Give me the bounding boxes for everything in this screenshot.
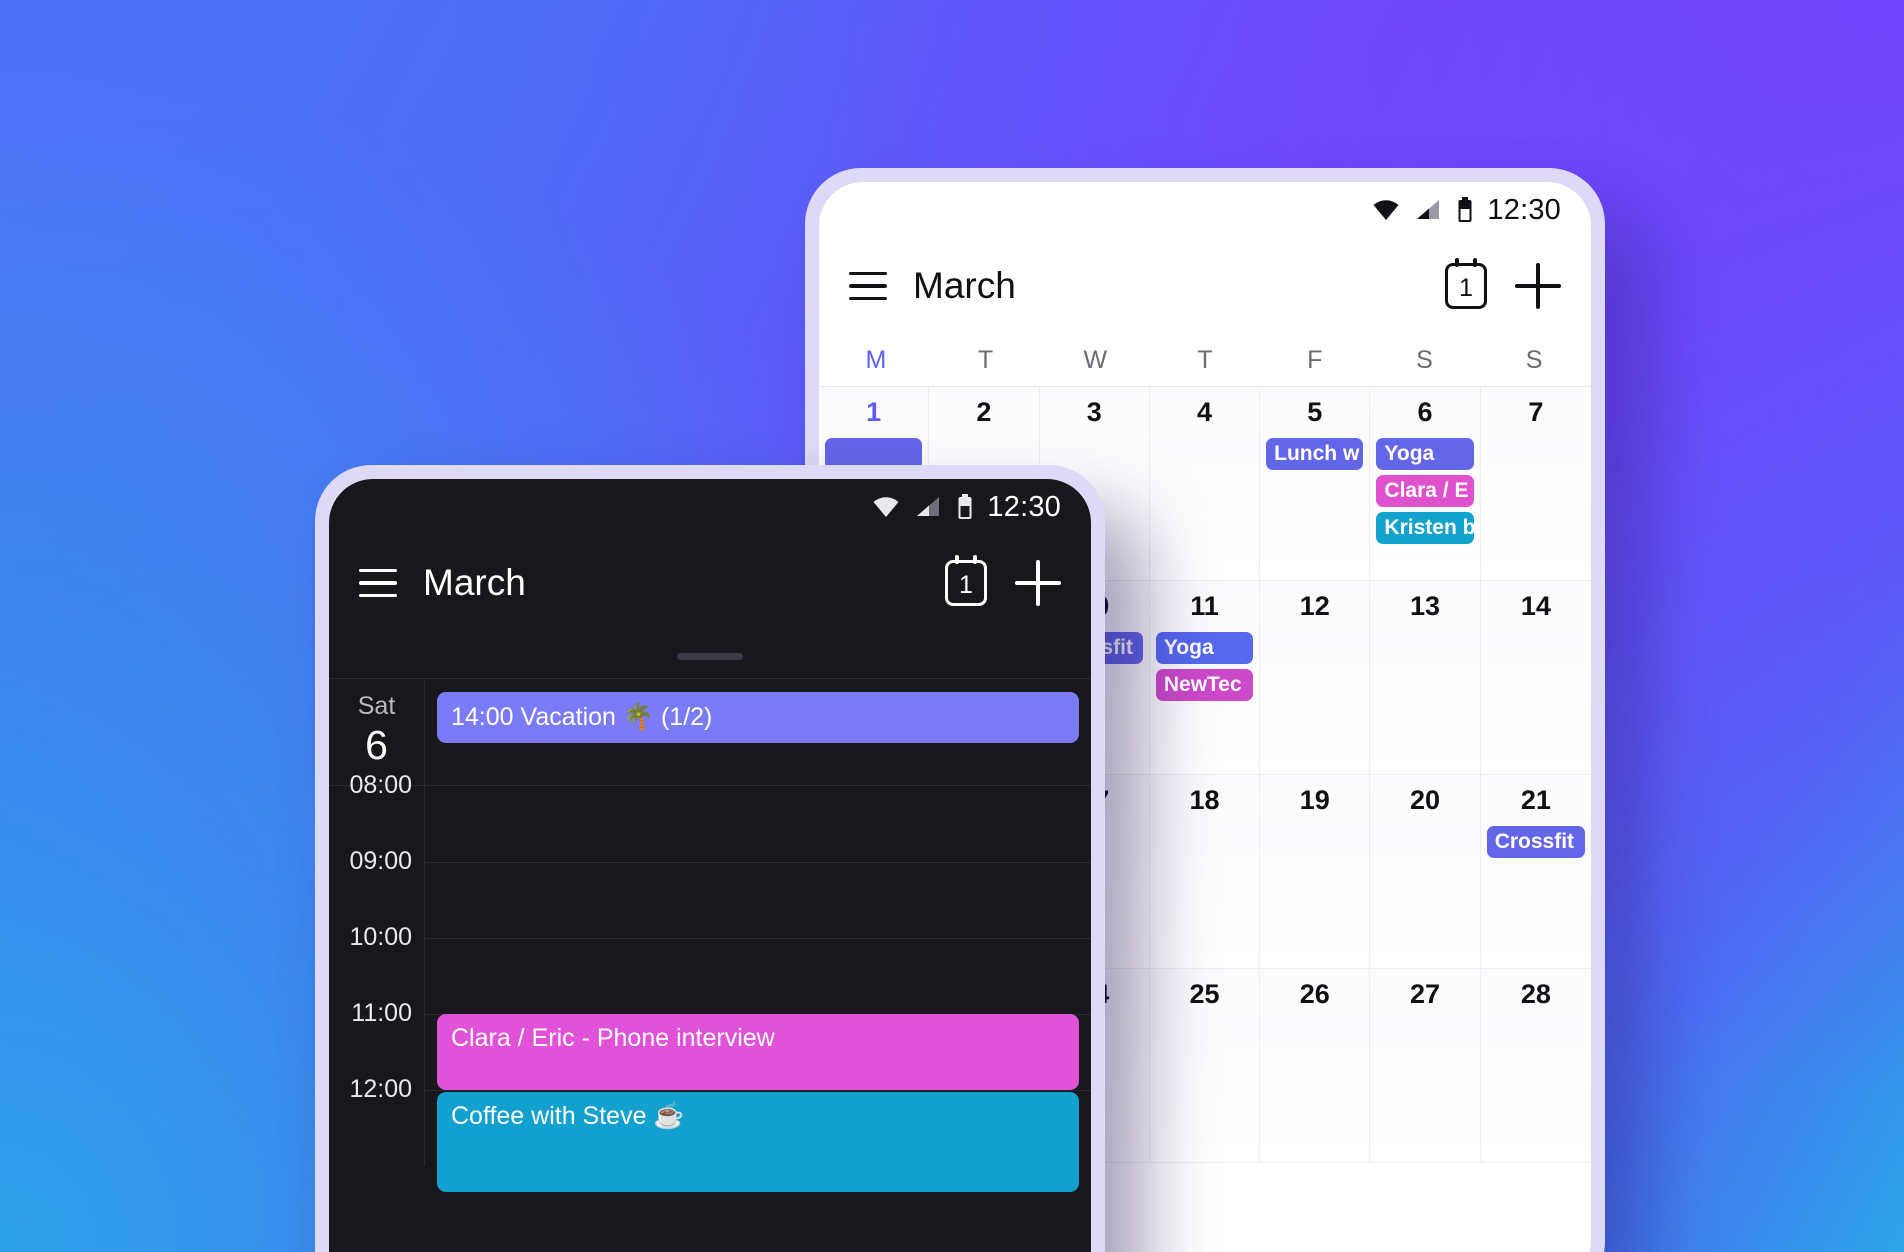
time-label: 10:00 <box>349 923 412 951</box>
weekday-label-sun: S <box>1525 345 1543 374</box>
today-calendar-icon[interactable]: 1 <box>945 555 987 606</box>
today-icon-label: 1 <box>1459 273 1473 302</box>
month-event-chip[interactable]: Yoga <box>1155 632 1254 664</box>
page-title: March <box>913 265 1016 306</box>
time-label: 09:00 <box>349 847 412 875</box>
day-number: 28 <box>1520 979 1551 1009</box>
selected-day-number: 6 <box>365 722 388 769</box>
battery-icon <box>957 494 973 520</box>
weekday-label-fri: F <box>1307 345 1323 374</box>
time-label: 11:00 <box>351 999 412 1027</box>
sheet-drag-handle[interactable] <box>677 653 743 660</box>
time-slot-row[interactable]: 10:00 <box>329 923 1091 1014</box>
day-number: 11 <box>1190 591 1219 621</box>
plus-add-event-icon[interactable] <box>1015 560 1061 606</box>
day-number: 1 <box>866 397 882 427</box>
day-cell[interactable]: 20 <box>1370 775 1481 969</box>
month-event-chip[interactable]: Clara / E <box>1376 475 1474 507</box>
cellular-signal-icon <box>915 495 943 519</box>
today-icon-label: 1 <box>959 570 973 599</box>
app-bar-actions: 1 <box>945 555 1061 606</box>
weekday-label-tue: T <box>977 345 994 374</box>
day-number: 18 <box>1189 785 1220 815</box>
time-slot-content[interactable] <box>425 938 1091 1014</box>
day-cell[interactable]: 26 <box>1260 969 1371 1163</box>
status-bar-dark: 12:30 <box>329 479 1091 535</box>
day-cell[interactable]: 14 <box>1480 581 1591 775</box>
all-day-row: Sat 6 14:00 Vacation 🌴 (1/2) <box>329 678 1091 786</box>
day-number: 4 <box>1196 397 1212 427</box>
cellular-signal-icon <box>1415 198 1443 222</box>
weekday-label-mon: M <box>865 345 887 374</box>
day-number: 7 <box>1528 397 1544 427</box>
weekday-label-wed: W <box>1083 345 1108 374</box>
day-number: 2 <box>976 397 992 427</box>
day-number: 3 <box>1086 397 1102 427</box>
month-event-chip[interactable]: Yoga <box>1376 438 1474 470</box>
month-event-chip[interactable]: Lunch w <box>1266 438 1364 470</box>
day-number: 26 <box>1299 979 1330 1009</box>
status-bar-time: 12:30 <box>1487 193 1561 226</box>
month-event-chip[interactable]: Kristen b <box>1376 512 1474 544</box>
month-event-chip[interactable]: Crossfit <box>1486 826 1585 858</box>
day-view-phone: 12:30 March 1 Sat 6 14:00 Vacation 🌴 (1/… <box>315 465 1105 1252</box>
day-number: 13 <box>1410 591 1441 621</box>
selected-day-stamp[interactable]: Sat 6 <box>329 679 425 785</box>
weekday-label-sat: S <box>1416 345 1433 374</box>
timed-event[interactable]: Clara / Eric - Phone interview <box>437 1014 1079 1090</box>
day-number: 5 <box>1307 397 1323 427</box>
app-bar-month: March 1 <box>819 238 1591 334</box>
hamburger-menu-icon[interactable] <box>359 569 397 597</box>
today-calendar-icon[interactable]: 1 <box>1445 258 1487 309</box>
day-number: 14 <box>1520 591 1551 621</box>
time-slot-row[interactable]: 09:00 <box>329 847 1091 938</box>
hamburger-menu-icon[interactable] <box>849 272 887 300</box>
status-bar-time: 12:30 <box>987 490 1061 523</box>
weekday-header-row: M T W T F S S <box>819 334 1591 386</box>
time-grid: 08:00 09:00 10:00 11:00 12:00 Clara / Eric - … <box>329 771 1091 1192</box>
plus-add-event-icon[interactable] <box>1515 263 1561 309</box>
day-cell[interactable]: 12 <box>1260 581 1371 775</box>
time-label: 12:00 <box>349 1075 412 1103</box>
day-cell[interactable]: 11 Yoga NewTec <box>1149 581 1261 775</box>
wifi-icon <box>1371 198 1401 222</box>
day-cell[interactable]: 7 <box>1480 387 1591 581</box>
day-cell[interactable]: 4 <box>1149 387 1261 581</box>
status-bar-light: 12:30 <box>819 182 1591 238</box>
day-cell[interactable]: 18 <box>1149 775 1261 969</box>
background-canvas: 12:30 March 1 M T W T F S S 1 2 3 4 5 Lunch … <box>0 0 1904 1252</box>
day-view-screen: 12:30 March 1 Sat 6 14:00 Vacation 🌴 (1/… <box>329 479 1091 1252</box>
day-cell[interactable]: 27 <box>1370 969 1481 1163</box>
all-day-events-container: 14:00 Vacation 🌴 (1/2) <box>425 679 1091 785</box>
time-slot-content[interactable] <box>425 786 1091 862</box>
day-cell[interactable]: 13 <box>1370 581 1481 775</box>
day-number: 25 <box>1189 979 1220 1009</box>
day-cell[interactable]: 5 Lunch w <box>1260 387 1371 581</box>
time-label: 08:00 <box>349 771 412 799</box>
day-cell[interactable]: 21 Crossfit <box>1480 775 1591 969</box>
wifi-icon <box>871 495 901 519</box>
all-day-event[interactable]: 14:00 Vacation 🌴 (1/2) <box>437 692 1079 743</box>
day-number: 21 <box>1520 785 1551 815</box>
day-cell[interactable]: 6 Yoga Clara / E Kristen b <box>1370 387 1481 581</box>
app-bar-actions: 1 <box>1445 258 1561 309</box>
time-label-column: 12:00 <box>329 1075 425 1166</box>
battery-icon <box>1457 197 1473 223</box>
day-cell[interactable]: 19 <box>1260 775 1371 969</box>
time-slot-content[interactable] <box>425 862 1091 938</box>
weekday-label-thu: T <box>1197 345 1213 374</box>
time-slot-row[interactable]: 08:00 <box>329 771 1091 862</box>
page-title: March <box>423 562 526 603</box>
day-cell[interactable]: 25 <box>1149 969 1261 1163</box>
app-bar-day: March 1 <box>329 535 1091 631</box>
day-number: 27 <box>1410 979 1441 1009</box>
timed-event[interactable]: Coffee with Steve ☕ <box>437 1092 1079 1192</box>
day-number: 20 <box>1410 785 1441 815</box>
month-event-chip[interactable]: NewTec <box>1155 669 1254 701</box>
day-cell[interactable]: 28 <box>1480 969 1591 1163</box>
day-number: 19 <box>1299 785 1330 815</box>
day-number: 6 <box>1417 397 1433 427</box>
day-number: 12 <box>1299 591 1330 621</box>
selected-day-weekday: Sat <box>357 691 396 720</box>
